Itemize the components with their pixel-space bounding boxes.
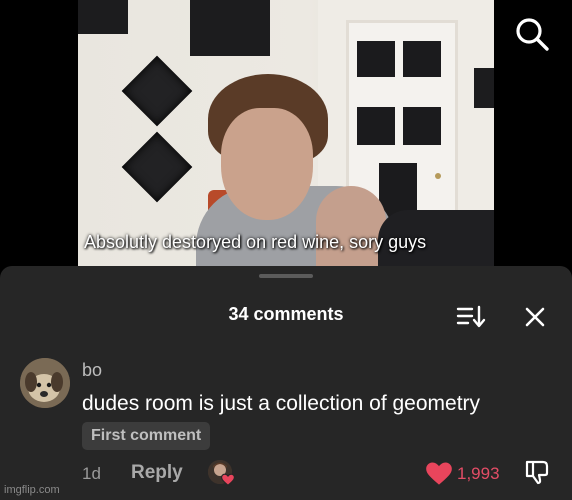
foam-panel xyxy=(190,0,270,56)
drag-handle[interactable] xyxy=(259,274,313,278)
video-frame xyxy=(78,0,494,266)
video-caption: Absolutly destoryed on red wine, sory gu… xyxy=(84,232,427,252)
comment-username[interactable]: bo xyxy=(82,360,102,381)
person-arm xyxy=(316,186,386,266)
comments-sheet: 34 comments bo dudes room is just a coll… xyxy=(0,266,572,500)
door-panel xyxy=(357,107,395,145)
comments-count: 34 comments xyxy=(228,304,344,324)
door-knob xyxy=(435,173,441,179)
search-icon[interactable] xyxy=(512,14,552,54)
person-face xyxy=(221,108,313,220)
creator-liked-icon xyxy=(208,460,236,488)
close-icon[interactable] xyxy=(520,302,550,332)
foam-panel xyxy=(121,131,193,203)
comment-text: dudes room is just a collection of geome… xyxy=(82,392,481,415)
heart-icon xyxy=(220,473,236,487)
foam-panel xyxy=(78,0,128,34)
door-panel xyxy=(403,41,441,77)
like-count: 1,993 xyxy=(457,464,500,483)
avatar[interactable] xyxy=(20,358,70,408)
foam-panel xyxy=(474,68,494,108)
video-player[interactable]: Absolutly destoryed on red wine, sory gu… xyxy=(0,0,572,268)
watermark: imgflip.com xyxy=(4,484,60,496)
comment-time: 1d xyxy=(82,464,101,483)
heart-icon[interactable] xyxy=(425,460,453,486)
foam-panel xyxy=(121,55,193,127)
dislike-icon[interactable] xyxy=(523,458,551,486)
door-panel xyxy=(403,107,441,145)
sort-icon[interactable] xyxy=(456,304,486,330)
door-panel xyxy=(357,41,395,77)
reply-button[interactable]: Reply xyxy=(131,462,183,484)
first-comment-badge: First comment xyxy=(82,422,211,450)
